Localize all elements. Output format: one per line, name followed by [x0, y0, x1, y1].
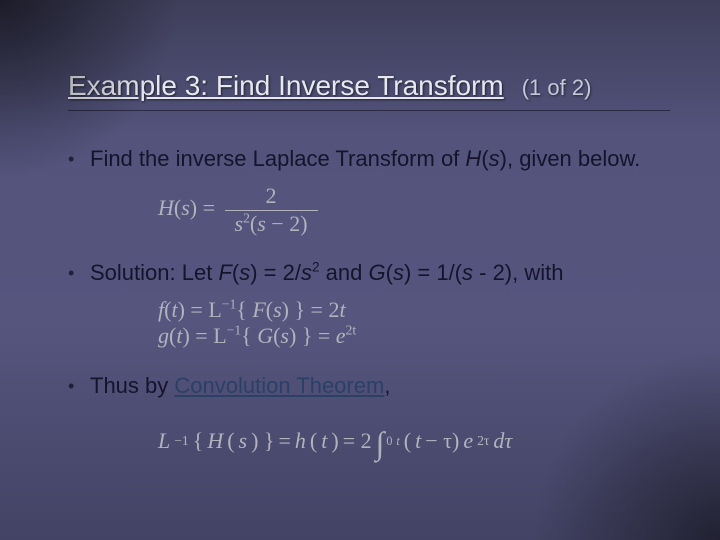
hs-num: 2 — [225, 183, 318, 210]
bullet-3-text: Thus by Convolution Theorem, — [90, 372, 670, 400]
slide-pager: (1 of 2) — [522, 75, 592, 101]
b1-H: H — [465, 146, 481, 171]
b2-pre: Solution: Let — [90, 260, 218, 285]
bullet-1: • Find the inverse Laplace Transform of … — [68, 145, 670, 173]
bullet-2: • Solution: Let F(s) = 2/s2 and G(s) = 1… — [68, 259, 670, 287]
hs-den: s2(s − 2) — [225, 211, 318, 237]
slide-title: Example 3: Find Inverse Transform — [68, 70, 504, 102]
bullet-dot: • — [68, 372, 90, 400]
b1-post: , given below. — [507, 146, 640, 171]
slide-header: Example 3: Find Inverse Transform (1 of … — [68, 70, 670, 111]
hs-eq: = — [197, 195, 220, 220]
b3-pre: Thus by — [90, 373, 174, 398]
slide: Example 3: Find Inverse Transform (1 of … — [0, 0, 720, 540]
formula-hs: H(s) = 2s2(s − 2) — [158, 183, 670, 237]
b3-post: , — [384, 373, 390, 398]
slide-body: • Find the inverse Laplace Transform of … — [68, 145, 670, 454]
bullet-2-text: Solution: Let F(s) = 2/s2 and G(s) = 1/(… — [90, 259, 670, 287]
b1-pre: Find the inverse Laplace Transform of — [90, 146, 465, 171]
hs-H: H — [158, 195, 174, 220]
hs-frac: 2s2(s − 2) — [225, 183, 318, 237]
formula-final: L−1{ H(s) } = h(t) = 2 ∫0t (t − τ)e2τdτ — [158, 428, 670, 454]
bullet-dot: • — [68, 145, 90, 173]
b1-s: s — [489, 146, 500, 171]
fg-f-line: f(t) = L−1{ F(s) } = 2t — [158, 297, 670, 323]
bullet-3: • Thus by Convolution Theorem, — [68, 372, 670, 400]
formula-fg: f(t) = L−1{ F(s) } = 2t g(t) = L−1{ G(s)… — [158, 297, 670, 350]
fg-g-line: g(t) = L−1{ G(s) } = e2t — [158, 323, 670, 349]
bullet-dot: • — [68, 259, 90, 287]
hs-s: s — [181, 195, 190, 220]
convolution-theorem-link[interactable]: Convolution Theorem — [174, 373, 384, 398]
bullet-1-text: Find the inverse Laplace Transform of H(… — [90, 145, 670, 173]
